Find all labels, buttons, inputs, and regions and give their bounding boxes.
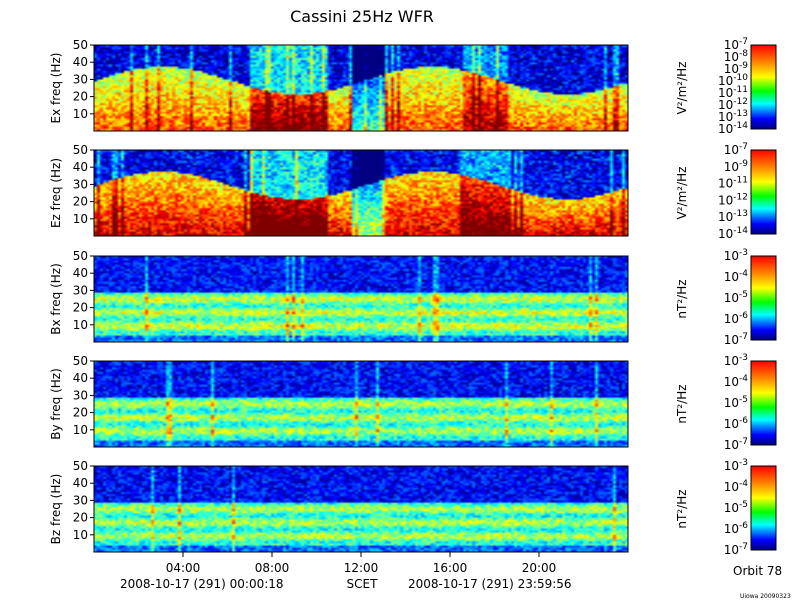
colorbar-tick-label: 10-13 <box>718 209 748 224</box>
colorbar-tick-label: 10-9 <box>724 159 749 174</box>
colorbar-label: nT²/Hz <box>675 489 689 528</box>
orbit-label: Orbit 78 <box>733 564 782 578</box>
colorbar-tick-label: 10-7 <box>724 142 748 157</box>
colorbar-tick-label: 10-7 <box>724 542 748 557</box>
spectrogram-image <box>94 256 628 342</box>
colorbar-tick-label: 10-11 <box>718 176 748 191</box>
colorbar-label: nT²/Hz <box>675 384 689 423</box>
y-axis-label: By freq (Hz) <box>49 368 63 440</box>
credit-label: Uiowa 20090323 <box>740 593 791 600</box>
y-tick-label: 40 <box>73 476 88 490</box>
colorbar <box>750 149 777 235</box>
wfr-figure: Cassini 25Hz WFR 10 20 30 40 50 Ex freq (Hz) 1… <box>49 7 791 600</box>
x-tick-label: 08:00 <box>255 561 290 575</box>
y-tick-label: 50 <box>73 38 88 52</box>
colorbar-tick-label: 10-14 <box>718 226 748 241</box>
spectrogram-image <box>94 361 628 447</box>
y-tick-label: 20 <box>73 301 88 315</box>
y-tick-label: 50 <box>73 249 88 263</box>
y-tick-label: 10 <box>73 318 88 332</box>
y-tick-label: 10 <box>73 528 88 542</box>
y-tick-label: 20 <box>73 195 88 209</box>
y-tick-label: 50 <box>73 459 88 473</box>
colorbar-tick-label: 10-5 <box>724 500 748 515</box>
panel-4: 10 20 30 40 50 By freq (Hz) 10-3 10-4 10-5 10-6 10… <box>49 353 777 452</box>
colorbar-tick-label: 10-4 <box>724 374 749 389</box>
colorbar-label: nT²/Hz <box>675 279 689 318</box>
y-tick-label: 30 <box>73 493 88 507</box>
panel-3: 10 20 30 40 50 Bx freq (Hz) 10-3 10-4 10-5 10-6 10… <box>49 248 777 347</box>
panel-2: 10 20 30 40 50 Ez freq (Hz) 10-7 10-9 10-1110-12… <box>49 142 777 241</box>
colorbar-tick-label: 10-6 <box>724 311 749 326</box>
y-tick-label: 40 <box>73 266 88 280</box>
colorbar-tick-label: 10-5 <box>724 395 748 410</box>
y-tick-label: 40 <box>73 55 88 69</box>
y-tick-label: 50 <box>73 143 88 157</box>
y-tick-label: 30 <box>73 177 88 191</box>
colorbar-tick-label: 10-3 <box>724 353 748 368</box>
spectrogram-image <box>94 150 628 236</box>
y-tick-label: 40 <box>73 371 88 385</box>
y-tick-label: 30 <box>73 72 88 86</box>
scet-label: SCET <box>347 577 379 591</box>
y-tick-label: 20 <box>73 90 88 104</box>
y-tick-label: 10 <box>73 107 88 121</box>
chart-title: Cassini 25Hz WFR <box>290 7 434 26</box>
colorbar-label: V²/m²/Hz <box>675 62 689 115</box>
end-time-label: 2008-10-17 (291) 23:59:56 <box>408 577 572 591</box>
spectrogram-image <box>94 45 628 131</box>
y-tick-label: 50 <box>73 354 88 368</box>
colorbar <box>750 360 777 446</box>
y-tick-label: 30 <box>73 388 88 402</box>
colorbar-tick-label: 10-7 <box>724 332 748 347</box>
colorbar-tick-label: 10-3 <box>724 248 748 263</box>
y-axis-label: Bx freq (Hz) <box>49 263 63 335</box>
y-tick-label: 30 <box>73 283 88 297</box>
panel-1: 1020304050Ex freq (Hz)10-710-810-910-101… <box>49 37 777 136</box>
y-tick-label: 20 <box>73 406 88 420</box>
colorbar-tick-label: 10-5 <box>724 290 748 305</box>
colorbar <box>750 44 777 130</box>
panels-group: 1020304050Ex freq (Hz)10-710-810-910-101… <box>49 37 777 557</box>
x-tick-label: 20:00 <box>522 561 557 575</box>
colorbar-tick-label: 10-3 <box>724 458 748 473</box>
x-axis: 04:00 08:00 12:00 16:00 20:00 <box>166 552 557 575</box>
x-tick-label: 04:00 <box>166 561 201 575</box>
colorbar-tick-label: 10-4 <box>724 269 749 284</box>
panel-5: 10 20 30 40 50 Bz freq (Hz) 10-3 10-4 10-5 10-6 10… <box>49 458 777 557</box>
colorbar-tick-label: 10-14 <box>718 121 748 136</box>
colorbar-tick-label: 10-7 <box>724 437 748 452</box>
colorbar <box>750 465 777 551</box>
y-tick-label: 10 <box>73 212 88 226</box>
y-axis-label: Bz freq (Hz) <box>49 474 63 545</box>
start-time-label: 2008-10-17 (291) 00:00:18 <box>120 577 284 591</box>
colorbar-tick-label: 10-6 <box>724 521 749 536</box>
y-axis-label: Ez freq (Hz) <box>49 158 63 228</box>
colorbar <box>750 255 777 341</box>
colorbar-label: V²/m²/Hz <box>675 167 689 220</box>
x-tick-label: 12:00 <box>344 561 379 575</box>
y-tick-label: 20 <box>73 511 88 525</box>
colorbar-tick-label: 10-6 <box>724 416 749 431</box>
spectrogram-image <box>94 466 628 552</box>
y-axis-label: Ex freq (Hz) <box>49 53 63 124</box>
y-tick-label: 10 <box>73 423 88 437</box>
y-tick-label: 40 <box>73 160 88 174</box>
x-tick-label: 16:00 <box>433 561 468 575</box>
colorbar-tick-label: 10-12 <box>718 192 748 207</box>
colorbar-tick-label: 10-4 <box>724 479 749 494</box>
